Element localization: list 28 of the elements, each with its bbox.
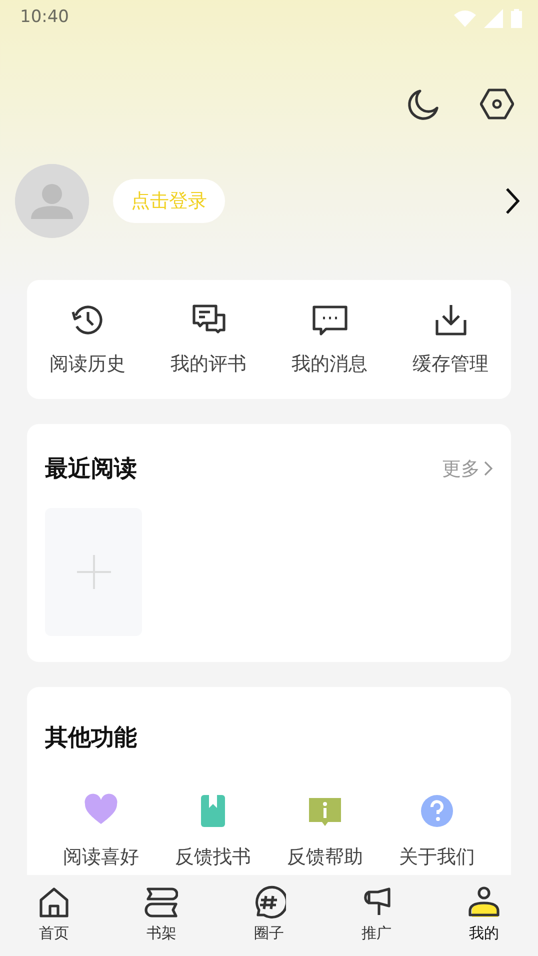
plus-icon	[76, 555, 110, 589]
quick-action[interactable]: 我的消息	[269, 302, 390, 378]
wifi-icon	[454, 10, 476, 26]
function-item[interactable]: 关于我们	[381, 793, 493, 872]
home-icon	[36, 885, 71, 919]
nav-tab[interactable]: 我的	[430, 885, 538, 956]
function-item[interactable]: 反馈找书	[157, 793, 269, 872]
nav-tab[interactable]: 圈子	[215, 885, 323, 956]
nav-tab[interactable]: 书架	[108, 885, 216, 956]
night-mode-icon[interactable]	[406, 88, 440, 122]
nav-tab[interactable]: 首页	[0, 885, 108, 956]
section-title: 其他功能	[45, 724, 138, 752]
section-title: 最近阅读	[45, 454, 137, 484]
user-icon	[467, 885, 502, 919]
function-item[interactable]: 阅读喜好	[45, 793, 157, 872]
download-icon	[432, 302, 468, 338]
status-time: 10:40	[20, 6, 69, 30]
nav-tab[interactable]: 推广	[322, 885, 430, 956]
function-item[interactable]: 反馈帮助	[269, 793, 381, 872]
quick-action[interactable]: 阅读历史	[27, 302, 148, 378]
signal-icon	[484, 8, 503, 28]
chevron-right-icon	[484, 461, 493, 476]
shelf-icon	[144, 885, 178, 919]
quick-action[interactable]: 我的评书	[148, 302, 269, 378]
chevron-right-icon[interactable]	[504, 187, 520, 215]
quick-action[interactable]: 缓存管理	[390, 302, 511, 378]
battery-icon	[511, 8, 522, 28]
settings-icon[interactable]	[480, 88, 514, 120]
